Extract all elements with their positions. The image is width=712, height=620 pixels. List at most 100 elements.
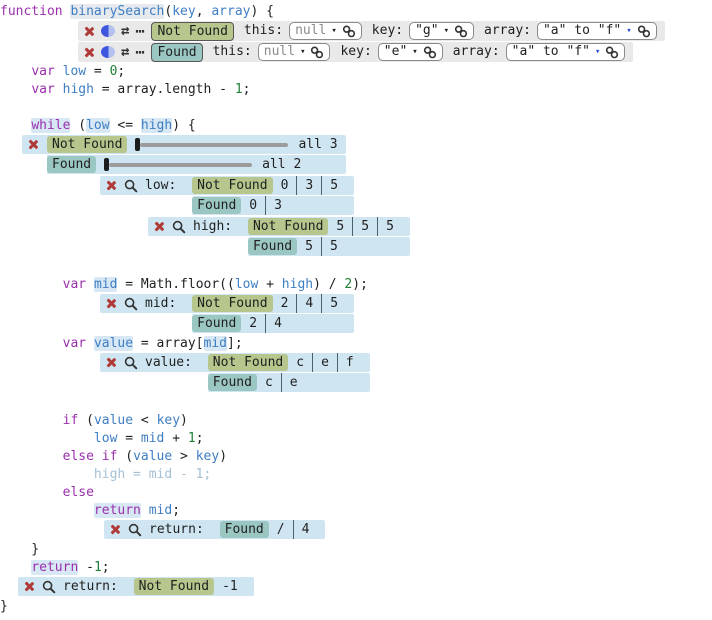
- probe-value: 2: [241, 314, 265, 333]
- code-token: 1: [94, 560, 102, 575]
- close-icon[interactable]: [110, 524, 121, 535]
- probe-variable-label: return:: [63, 579, 126, 594]
- param-label: this:: [244, 21, 283, 41]
- probe-variable-label: mid:: [145, 296, 184, 311]
- close-icon[interactable]: [28, 139, 39, 150]
- probe-widget: mid: Not Found245Found24: [100, 294, 354, 334]
- code-token: 1: [235, 82, 243, 97]
- hit-status-badge[interactable]: Found: [151, 43, 202, 62]
- code-token: [0, 431, 94, 446]
- probe-values: 555: [328, 217, 401, 236]
- probe-values: -1: [214, 577, 246, 596]
- code-token: return: [31, 560, 78, 575]
- close-icon[interactable]: [24, 581, 35, 592]
- probe-value: 5: [328, 217, 352, 236]
- hit-status-badge: Found: [208, 374, 257, 391]
- chain-link-icon[interactable]: [605, 46, 619, 59]
- hit-status-badge: Found: [248, 238, 297, 255]
- close-icon[interactable]: [106, 298, 117, 309]
- loop-iteration-widget: Not Foundall 3Foundall 2: [22, 135, 346, 175]
- swap-arrows-icon[interactable]: ⇄: [121, 24, 129, 38]
- inspect-log-button[interactable]: [42, 580, 56, 594]
- code-token: high: [141, 118, 172, 133]
- code-token: if: [102, 449, 118, 464]
- iteration-slider[interactable]: [135, 138, 288, 151]
- probe-prefix-spacer: [100, 196, 192, 215]
- more-options-icon[interactable]: ⋯: [135, 42, 145, 62]
- code-token: mid: [141, 431, 164, 446]
- chevron-down-icon: ▾: [300, 44, 305, 60]
- magnifier-icon: [124, 179, 138, 193]
- code-token: (: [78, 413, 94, 428]
- code-line: high = mid - 1;: [0, 466, 712, 484]
- close-icon[interactable]: [84, 26, 95, 37]
- probe-row: Not Found245: [192, 294, 354, 313]
- hit-status-badge: Found: [192, 315, 241, 332]
- code-token: ) {: [172, 118, 195, 133]
- more-options-icon[interactable]: ⋯: [135, 21, 145, 41]
- hit-status-badge[interactable]: Not Found: [151, 22, 233, 41]
- code-token: =: [86, 64, 109, 79]
- inspect-log-button[interactable]: [124, 297, 138, 311]
- value-dropdown[interactable]: null▾: [258, 43, 331, 61]
- code-token: ;: [243, 82, 251, 97]
- chain-link-icon[interactable]: [454, 25, 468, 38]
- chain-link-icon[interactable]: [423, 46, 437, 59]
- probe-row: Found/4: [220, 520, 326, 539]
- probe-variable-label: return:: [149, 522, 212, 537]
- close-icon[interactable]: [154, 221, 165, 232]
- inspect-log-button[interactable]: [128, 523, 142, 537]
- chain-link-icon[interactable]: [637, 25, 651, 38]
- code-token: key: [196, 449, 219, 464]
- hit-status-badge: Found: [47, 156, 96, 173]
- code-token: low: [94, 431, 117, 446]
- inspect-log-button[interactable]: [124, 179, 138, 193]
- value-dropdown[interactable]: "a" to "f"▾: [537, 22, 657, 40]
- code-token: );: [352, 277, 368, 292]
- chain-link-icon[interactable]: [342, 25, 356, 38]
- inspect-log-button[interactable]: [172, 220, 186, 234]
- value-dropdown[interactable]: "g"▾: [409, 22, 474, 40]
- code-token: ;: [172, 503, 180, 518]
- slider-track[interactable]: [140, 143, 288, 147]
- code-token: >: [172, 449, 195, 464]
- value-dropdown[interactable]: "a" to "f"▾: [506, 43, 626, 61]
- code-token: ) {: [250, 4, 273, 19]
- chain-link-icon[interactable]: [310, 46, 324, 59]
- code-token: var: [63, 336, 86, 351]
- code-token: [141, 503, 149, 518]
- slider-track[interactable]: [109, 163, 252, 167]
- close-icon[interactable]: [106, 180, 117, 191]
- swap-arrows-icon[interactable]: ⇄: [121, 45, 129, 59]
- chevron-down-icon: ▾: [331, 23, 336, 39]
- probe-variable-label: value:: [145, 355, 200, 370]
- code-token: mid: [204, 336, 227, 351]
- code-token: var: [31, 64, 54, 79]
- toggle-trace-icon[interactable]: [101, 46, 115, 58]
- probe-prefix-spacer: [148, 237, 248, 256]
- probe-values: ce: [257, 373, 306, 392]
- value-dropdown[interactable]: "e"▾: [378, 43, 443, 61]
- close-icon[interactable]: [84, 47, 95, 58]
- code-token: <: [133, 413, 156, 428]
- blank-line: [0, 99, 712, 117]
- probe-prefix-spacer: [100, 373, 208, 392]
- code-token: ,: [196, 4, 212, 19]
- inspect-log-button[interactable]: [124, 356, 138, 370]
- param-label: array:: [453, 42, 500, 62]
- probe-value: 5: [321, 237, 346, 256]
- code-token: ];: [227, 336, 243, 351]
- close-icon[interactable]: [106, 357, 117, 368]
- code-token: [0, 82, 31, 97]
- probe-widget: low: Not Found035Found03: [100, 176, 354, 216]
- code-token: low: [63, 64, 86, 79]
- code-token: [0, 449, 63, 464]
- iteration-slider[interactable]: [104, 158, 252, 171]
- hit-status-badge: Found: [192, 197, 241, 214]
- probe-variable-label: high:: [193, 219, 240, 234]
- toggle-trace-icon[interactable]: [101, 25, 115, 37]
- code-editor: function binarySearch(key, array) {⇄⋯Not…: [0, 0, 712, 620]
- value-dropdown[interactable]: null▾: [289, 22, 362, 40]
- code-token: key: [172, 4, 195, 19]
- param-label: array:: [484, 21, 531, 41]
